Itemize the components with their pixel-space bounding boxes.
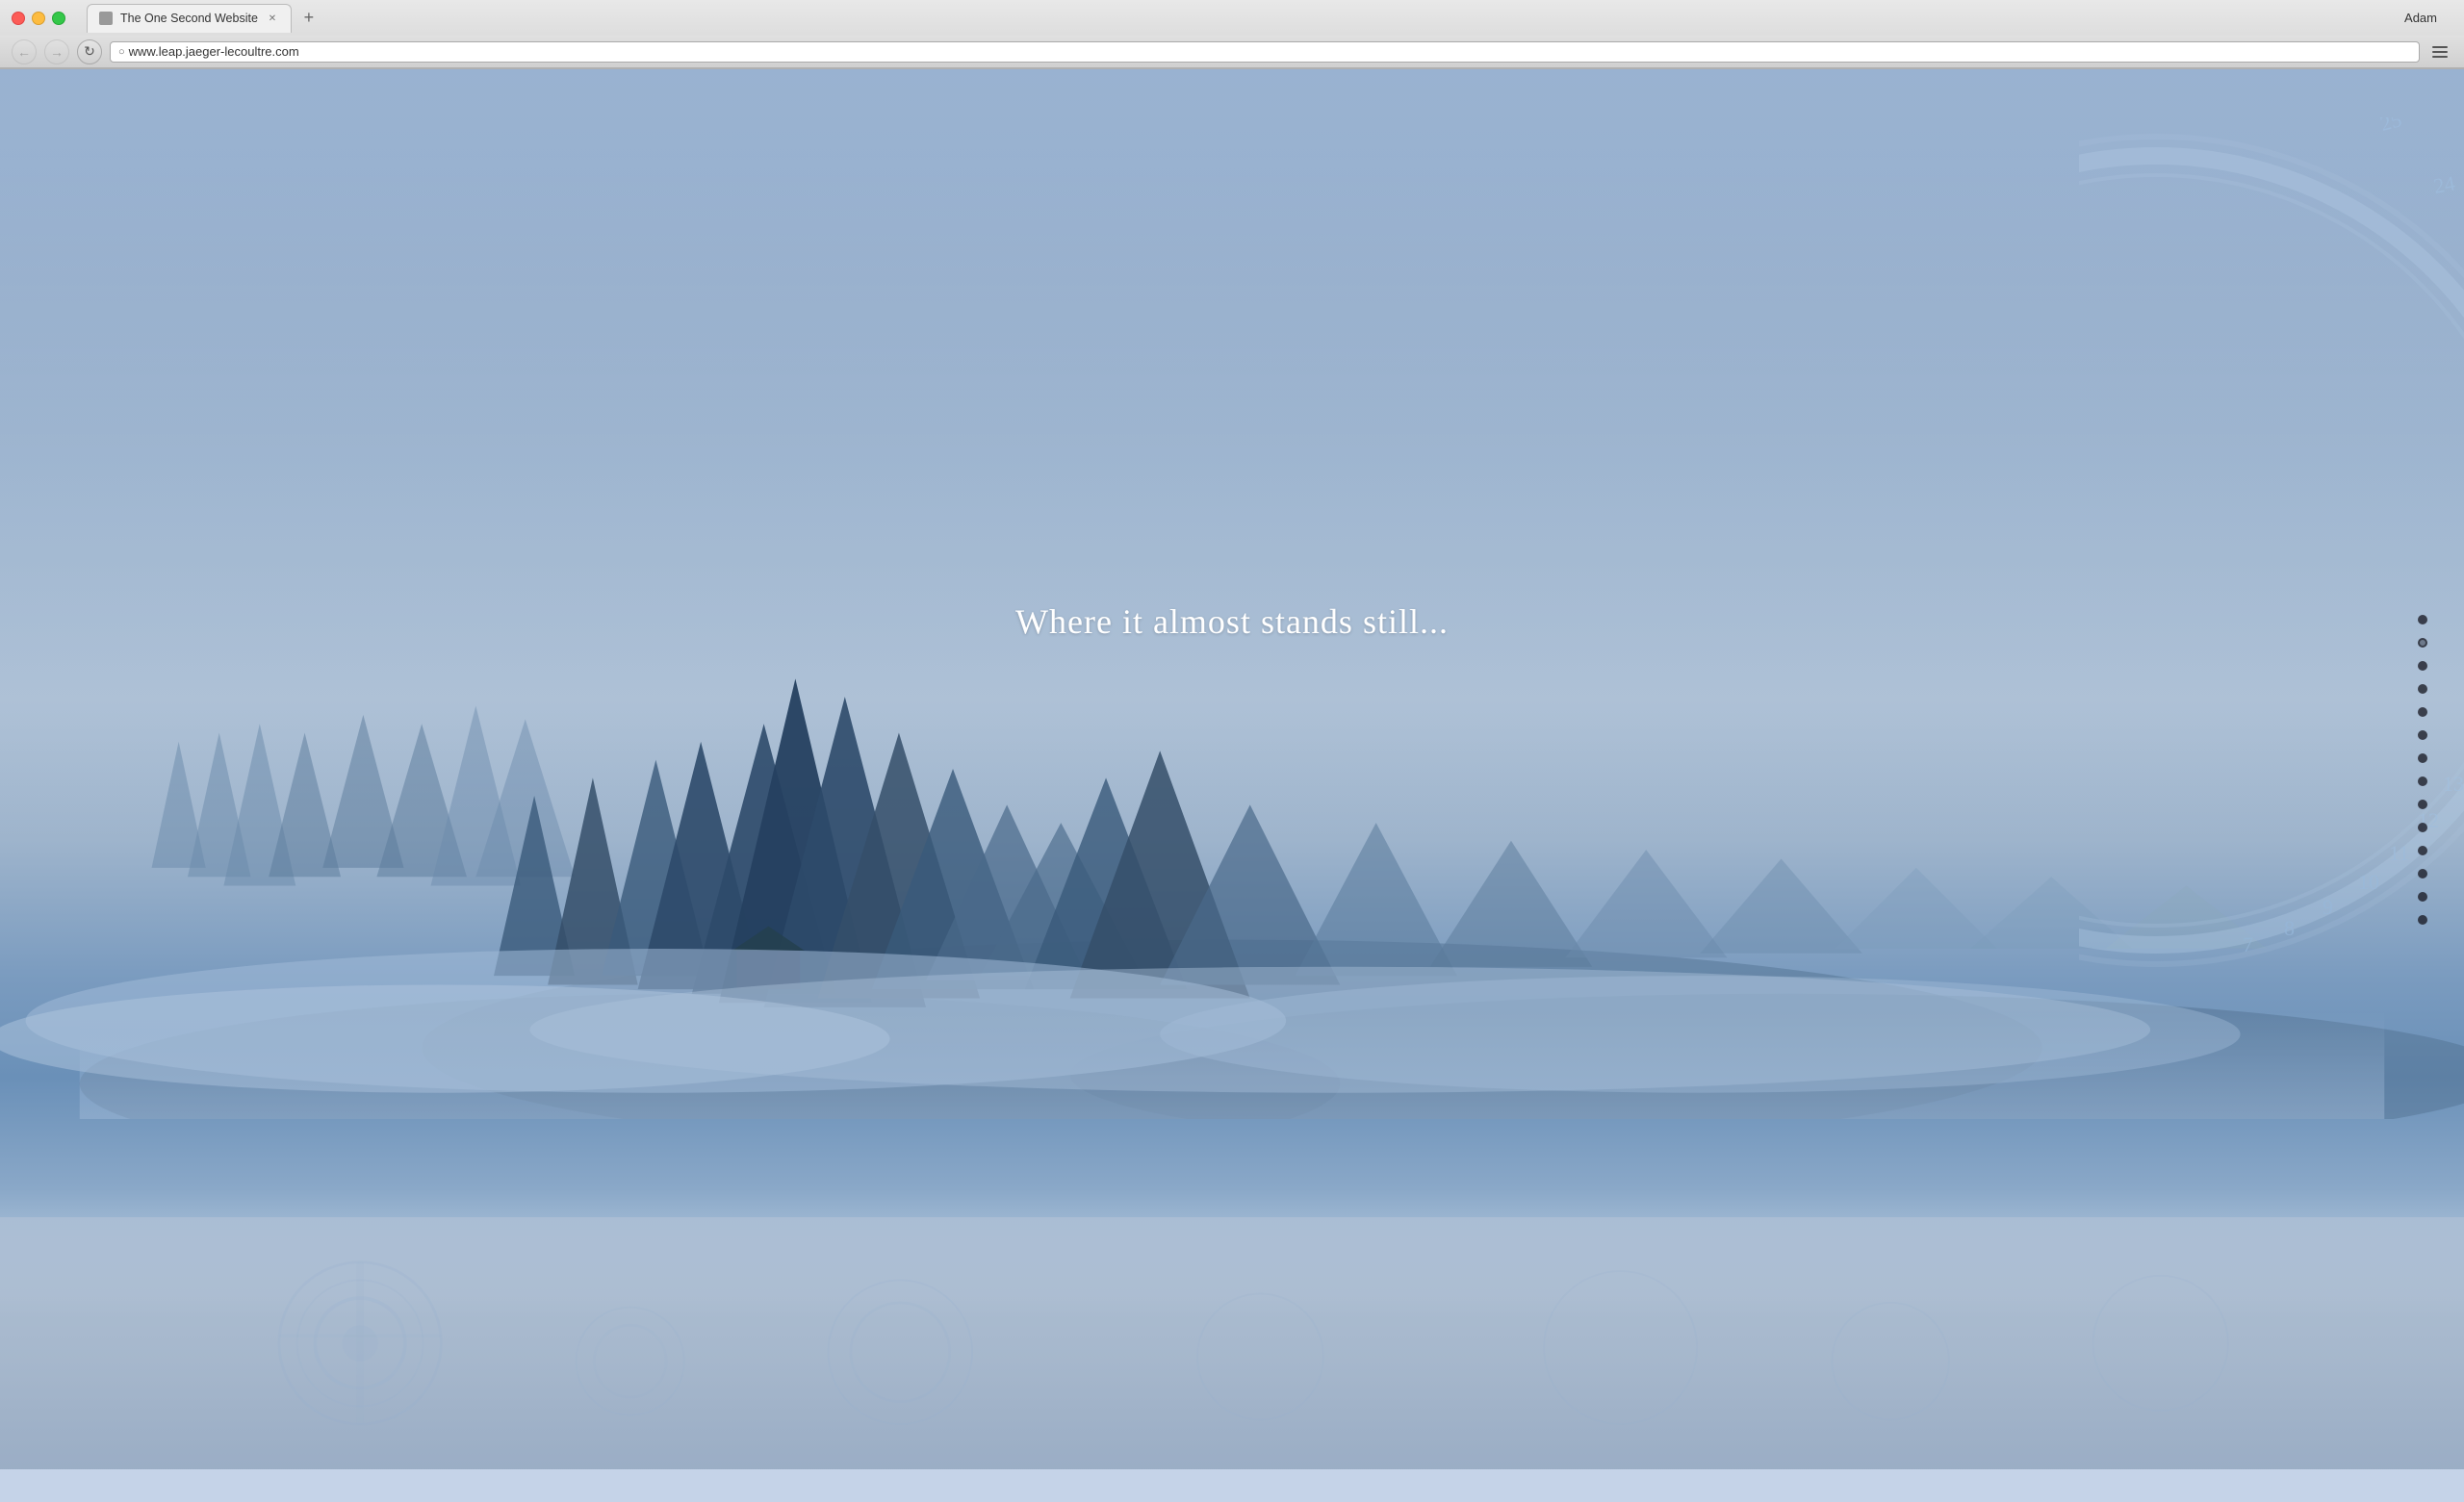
menu-line-2 xyxy=(2432,51,2448,53)
nav-dot-5[interactable] xyxy=(2418,707,2427,717)
new-tab-button[interactable]: + xyxy=(295,5,322,32)
address-bar-row: ← → ↻ ○ www.leap.jaeger-lecoultre.com xyxy=(0,36,2464,68)
svg-text:25: 25 xyxy=(2377,117,2404,136)
address-bar[interactable]: ○ www.leap.jaeger-lecoultre.com xyxy=(110,41,2420,63)
tab-title: The One Second Website xyxy=(120,12,258,25)
watch-partial: 25 24 23 22 21 20 19 18 17 16 15 14 13 1… xyxy=(2079,117,2464,983)
nav-dot-9[interactable] xyxy=(2418,800,2427,809)
svg-text:11: 11 xyxy=(2389,841,2409,865)
nav-dot-10[interactable] xyxy=(2418,823,2427,832)
nav-dot-3[interactable] xyxy=(2418,661,2427,671)
svg-text:8: 8 xyxy=(2284,916,2295,940)
traffic-lights xyxy=(12,12,65,25)
maximize-button[interactable] xyxy=(52,12,65,25)
svg-text:10: 10 xyxy=(2358,870,2379,894)
nav-dot-11[interactable] xyxy=(2418,846,2427,855)
forward-button[interactable]: → xyxy=(44,39,69,64)
nav-dot-4[interactable] xyxy=(2418,684,2427,694)
lock-icon: ○ xyxy=(118,46,125,58)
hero-text-content: Where it almost stands still... xyxy=(1015,602,1449,641)
reload-button[interactable]: ↻ xyxy=(77,39,102,64)
nav-dot-13[interactable] xyxy=(2418,892,2427,902)
nav-dot-12[interactable] xyxy=(2418,869,2427,878)
svg-text:24: 24 xyxy=(2432,170,2457,197)
menu-line-1 xyxy=(2432,46,2448,48)
menu-line-3 xyxy=(2432,56,2448,58)
tab-close-button[interactable]: ✕ xyxy=(266,12,279,25)
nav-dot-6[interactable] xyxy=(2418,730,2427,740)
nav-dot-1[interactable] xyxy=(2418,615,2427,624)
browser-chrome: The One Second Website ✕ + Adam ← → ↻ ○ … xyxy=(0,0,2464,69)
minimize-button[interactable] xyxy=(32,12,45,25)
tab-favicon xyxy=(99,12,113,25)
nav-dots[interactable] xyxy=(2418,615,2427,925)
title-bar: The One Second Website ✕ + Adam xyxy=(0,0,2464,36)
bottom-section xyxy=(0,1217,2464,1469)
nav-dot-7[interactable] xyxy=(2418,753,2427,763)
nav-dot-8[interactable] xyxy=(2418,776,2427,786)
active-tab[interactable]: The One Second Website ✕ xyxy=(87,4,292,33)
website-content: 25 24 23 22 21 20 19 18 17 16 15 14 13 1… xyxy=(0,69,2464,1469)
back-button[interactable]: ← xyxy=(12,39,37,64)
svg-text:7: 7 xyxy=(2243,932,2253,956)
nav-dot-14[interactable] xyxy=(2418,915,2427,925)
hero-text: Where it almost stands still... xyxy=(1015,601,1449,642)
svg-text:13: 13 xyxy=(2443,772,2464,796)
svg-text:9: 9 xyxy=(2323,895,2333,919)
menu-button[interactable] xyxy=(2427,39,2452,64)
nav-dot-2[interactable] xyxy=(2418,638,2427,648)
tab-bar: The One Second Website ✕ + xyxy=(79,4,322,33)
url-text: www.leap.jaeger-lecoultre.com xyxy=(129,44,299,59)
close-button[interactable] xyxy=(12,12,25,25)
user-label: Adam xyxy=(2404,11,2437,25)
